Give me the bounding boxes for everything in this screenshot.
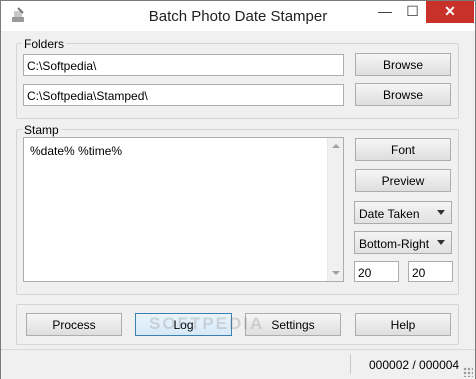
progress-counter: 000002 / 000004 xyxy=(369,358,460,372)
scroll-up-icon[interactable] xyxy=(332,144,340,148)
stamp-scrollbar[interactable] xyxy=(327,138,343,281)
stamp-group-label: Stamp xyxy=(22,123,61,137)
maximize-icon[interactable]: ☐ xyxy=(399,1,426,23)
app-window: Batch Photo Date Stamper — ☐ ✕ Folders C… xyxy=(0,0,476,379)
font-button[interactable]: Font xyxy=(355,138,451,161)
preview-button[interactable]: Preview xyxy=(355,169,451,192)
help-button[interactable]: Help xyxy=(355,313,451,336)
offset-x-field[interactable]: 20 xyxy=(354,261,399,282)
folders-group-label: Folders xyxy=(22,37,67,51)
resize-grip-icon[interactable] xyxy=(463,367,473,377)
browse-source-button[interactable]: Browse xyxy=(355,53,451,76)
chevron-down-icon xyxy=(437,210,445,215)
offset-y-field[interactable]: 20 xyxy=(408,261,453,282)
stamp-text-area[interactable]: %date% %time% xyxy=(23,137,344,282)
date-source-select[interactable]: Date Taken xyxy=(354,201,452,224)
browse-destination-button[interactable]: Browse xyxy=(355,83,451,106)
browse-destination-label: Browse xyxy=(382,88,423,102)
position-select[interactable]: Bottom-Right xyxy=(354,231,452,254)
preview-button-label: Preview xyxy=(381,174,425,188)
source-folder-field[interactable]: C:\Softpedia\ xyxy=(23,54,344,76)
date-source-value: Date Taken xyxy=(359,207,420,221)
browse-source-label: Browse xyxy=(382,58,423,72)
softpedia-watermark: SOFTPEDIA xyxy=(149,314,265,333)
title-bar[interactable]: Batch Photo Date Stamper — ☐ ✕ xyxy=(1,1,475,31)
destination-folder-field[interactable]: C:\Softpedia\Stamped\ xyxy=(23,84,344,106)
close-icon[interactable]: ✕ xyxy=(426,1,474,23)
process-button[interactable]: Process xyxy=(26,313,122,336)
minimize-icon[interactable]: — xyxy=(371,1,399,23)
position-value: Bottom-Right xyxy=(359,237,430,251)
stamp-text: %date% %time% xyxy=(30,144,123,158)
status-separator xyxy=(350,354,351,374)
help-button-label: Help xyxy=(390,318,416,332)
status-bar: 000002 / 000004 xyxy=(1,349,475,379)
process-button-label: Process xyxy=(52,318,96,332)
chevron-down-icon xyxy=(437,240,445,245)
scroll-down-icon[interactable] xyxy=(332,271,340,275)
font-button-label: Font xyxy=(390,143,415,157)
